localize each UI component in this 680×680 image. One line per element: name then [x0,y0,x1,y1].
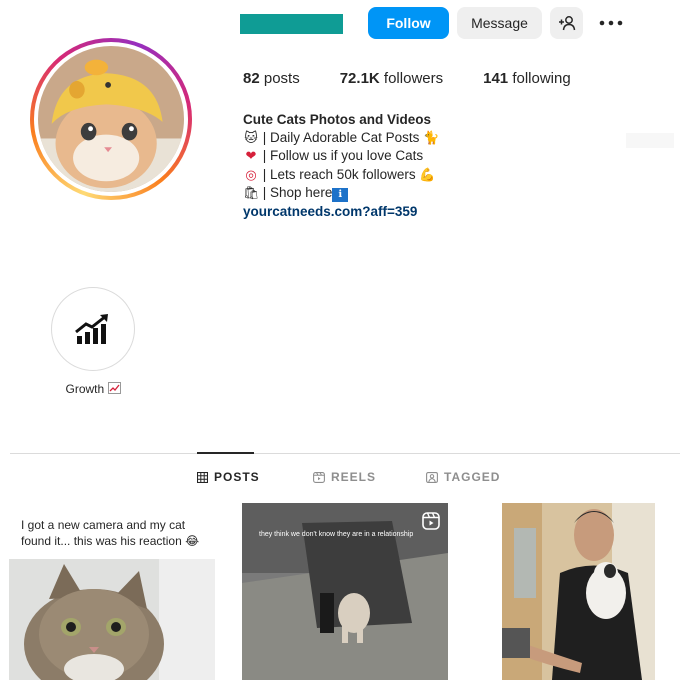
post-caption: I got a new camera and my cat found it..… [21,518,200,548]
message-button[interactable]: Message [457,7,542,39]
reel-caption: they think we don't know they are in a r… [259,531,414,538]
highlight-cover [51,287,135,371]
bio-link[interactable]: yourcatneeds.com?aff=359 [243,203,543,221]
more-dots-icon [599,20,623,26]
cat-icon: 🐈 [423,130,440,146]
post-image-reel [242,503,448,680]
flexed-arm-icon: 💪 [419,167,436,183]
profile-bio: Cute Cats Photos and Videos 🐱 | Daily Ad… [243,111,543,220]
follow-button[interactable]: Follow [368,7,449,39]
highlight-label: Growth [65,382,105,396]
story-highlight[interactable]: Growth [51,287,135,396]
post-image-cat [9,559,215,680]
more-options-button[interactable] [596,12,626,34]
post-tile[interactable]: I got a new camera and my cat found it..… [9,503,215,680]
tab-tagged[interactable]: TAGGED [426,470,500,484]
posts-stat: 82 posts [243,70,300,87]
active-tab-indicator [197,452,254,454]
reel-icon [422,512,440,530]
target-icon: ◎ [245,167,257,183]
post-image-man-with-cat [502,503,655,680]
reels-icon [313,471,325,483]
grid-icon [197,471,208,483]
following-stat[interactable]: 141 following [483,70,571,87]
shopping-bag-icon: 🛍 [243,186,260,201]
info-icon: ℹ [332,188,349,202]
bio-line: ◎ | Lets reach 50k followers 💪 [243,166,543,185]
username-redacted [240,14,343,34]
post-tile[interactable] [502,503,655,680]
post-tile-reel[interactable]: they think we don't know they are in a r… [242,503,448,680]
tab-reels[interactable]: REELS [313,470,376,484]
suggested-users-button[interactable] [550,7,583,39]
followers-stat[interactable]: 72.1K followers [340,70,443,87]
profile-avatar-ring[interactable] [30,38,192,200]
profile-stats: 82 posts 72.1K followers 141 following [243,70,611,87]
chart-increasing-icon [75,314,108,344]
chart-emoji-icon [107,382,121,394]
add-person-icon [558,16,575,31]
profile-avatar [38,46,184,192]
profile-display-name: Cute Cats Photos and Videos [243,112,432,127]
bio-line: ❤ | Follow us if you love Cats [243,147,543,166]
background-artifact [626,133,674,148]
cat-face-icon: 🐱 [244,130,258,146]
heart-icon: ❤ [245,149,257,164]
bio-line: 🛍 | Shop here ℹ [243,184,543,203]
tabs-divider [10,453,680,454]
bio-line: 🐱 | Daily Adorable Cat Posts 🐈 [244,129,440,146]
tagged-icon [426,471,438,483]
tab-posts[interactable]: POSTS [197,470,260,484]
